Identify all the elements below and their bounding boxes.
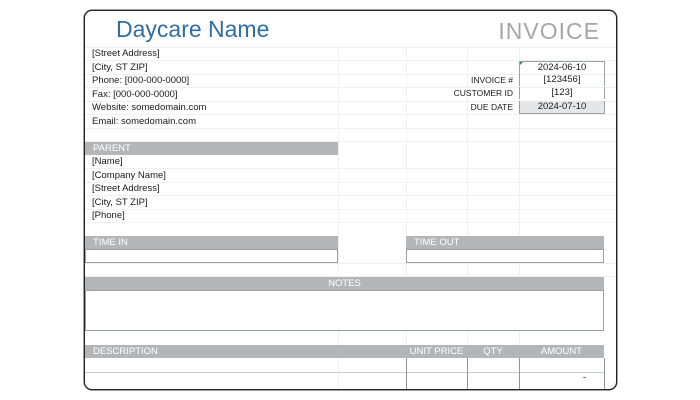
notes-field[interactable] <box>85 290 604 331</box>
invoice-date-value[interactable]: 2024-06-10 <box>519 61 605 74</box>
parent-phone[interactable]: [Phone] <box>92 210 125 221</box>
sender-website[interactable]: Website: somedomain.com <box>92 102 206 113</box>
column-divider <box>604 358 605 389</box>
time-in-field[interactable] <box>85 249 338 263</box>
parent-name[interactable]: [Name] <box>92 156 123 167</box>
company-name: Daycare Name <box>116 16 270 42</box>
invoice-number-label: INVOICE # <box>470 75 513 85</box>
notes-header: NOTES <box>85 277 604 290</box>
invoice-sheet: Daycare Name INVOICE [Street Address] [C… <box>84 10 617 390</box>
column-divider <box>519 358 520 389</box>
customer-id-value[interactable]: [123] <box>519 87 605 99</box>
parent-city[interactable]: [City, ST ZIP] <box>92 197 148 208</box>
time-in-header: TIME IN <box>85 236 338 249</box>
time-out-header: TIME OUT <box>406 236 604 249</box>
sender-street[interactable]: [Street Address] <box>92 48 160 59</box>
due-date-label: DUE DATE <box>470 102 513 112</box>
sender-phone[interactable]: Phone: [000-000-0000] <box>92 75 189 86</box>
parent-street[interactable]: [Street Address] <box>92 183 160 194</box>
column-divider <box>406 358 407 389</box>
column-divider <box>467 358 468 389</box>
row-amount[interactable]: - <box>583 372 586 383</box>
sender-email[interactable]: Email: somedomain.com <box>92 116 196 127</box>
amount-header: AMOUNT <box>519 345 604 358</box>
due-date-value[interactable]: 2024-07-10 <box>519 101 605 114</box>
time-out-field[interactable] <box>406 249 604 263</box>
row-divider <box>85 372 604 373</box>
sender-city[interactable]: [City, ST ZIP] <box>92 62 148 73</box>
customer-id-label: CUSTOMER ID <box>453 88 513 98</box>
invoice-number-value[interactable]: [123456] <box>519 74 605 86</box>
invoice-title: INVOICE <box>498 18 600 44</box>
sender-fax[interactable]: Fax: [000-000-0000] <box>92 89 178 100</box>
unit-price-header: UNIT PRICE <box>406 345 467 358</box>
qty-header: QTY <box>467 345 519 358</box>
description-header: DESCRIPTION <box>85 345 406 358</box>
parent-company[interactable]: [Company Name] <box>92 170 166 181</box>
parent-header: PARENT <box>85 142 338 155</box>
